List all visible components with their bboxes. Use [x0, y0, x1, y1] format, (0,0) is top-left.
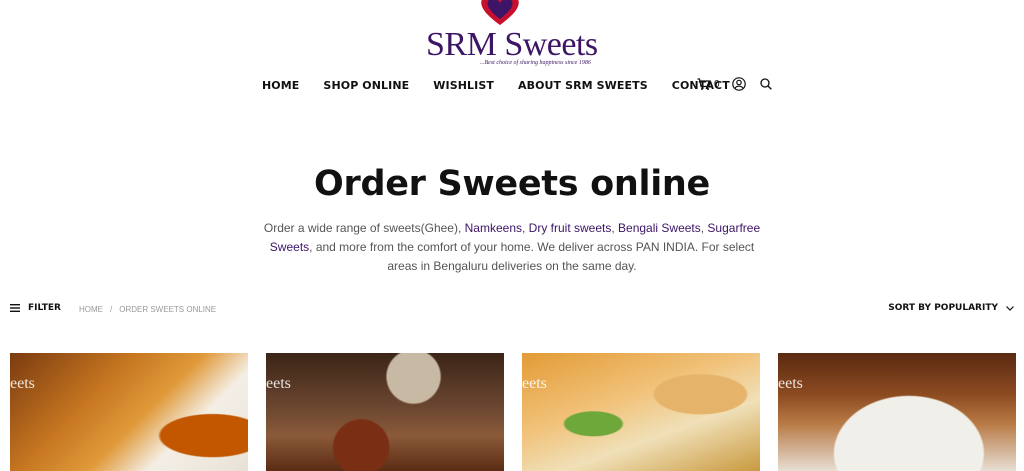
product-watermark: eets: [266, 375, 291, 392]
nav-home[interactable]: HOME: [262, 79, 299, 92]
heart-logo-icon: [481, 0, 519, 25]
product-card[interactable]: eets: [10, 353, 248, 471]
nav-wishlist[interactable]: WISHLIST: [433, 79, 494, 92]
breadcrumb-home[interactable]: HOME: [79, 305, 103, 314]
product-grid: eets eets eets eets: [10, 353, 1016, 471]
cart-icon: [697, 77, 711, 90]
header-actions: 0: [697, 77, 772, 91]
sort-label: SORT BY POPULARITY: [888, 303, 998, 313]
product-card[interactable]: eets: [266, 353, 504, 471]
site-header: SRM Sweets ...Best choice of sharing hap…: [0, 0, 1024, 72]
account-button[interactable]: [731, 77, 746, 91]
desc-sep-1: ,: [522, 221, 529, 235]
breadcrumb-current: ORDER SWEETS ONLINE: [119, 305, 217, 314]
product-watermark: eets: [522, 375, 547, 392]
breadcrumb: HOME / ORDER SWEETS ONLINE: [79, 305, 216, 314]
product-watermark: eets: [778, 375, 803, 392]
page-description: Order a wide range of sweets(Ghee), Namk…: [262, 219, 762, 276]
product-card[interactable]: eets: [778, 353, 1016, 471]
menu-lines-icon: [10, 304, 20, 312]
breadcrumb-separator: /: [110, 305, 113, 314]
page-title: Order Sweets online: [314, 164, 710, 204]
product-card[interactable]: eets: [522, 353, 760, 471]
filter-button[interactable]: FILTER: [10, 303, 61, 313]
link-bengali-sweets[interactable]: Bengali Sweets: [618, 221, 701, 235]
nav-about[interactable]: ABOUT SRM SWEETS: [518, 79, 648, 92]
search-button[interactable]: [759, 78, 772, 90]
logo-tagline: ...Best choice of sharing happiness sinc…: [480, 60, 591, 66]
desc-text-1: Order a wide range of sweets(Ghee),: [263, 221, 465, 235]
search-icon: [759, 78, 772, 90]
cart-button[interactable]: 0: [697, 77, 720, 91]
product-watermark: eets: [10, 375, 35, 392]
cart-count: 0: [714, 78, 720, 90]
nav-shop-online[interactable]: SHOP ONLINE: [323, 79, 409, 92]
user-icon: [731, 77, 746, 91]
link-namkeens[interactable]: Namkeens: [465, 221, 522, 235]
sort-dropdown[interactable]: SORT BY POPULARITY: [888, 303, 1014, 313]
link-dry-fruit-sweets[interactable]: Dry fruit sweets: [529, 221, 612, 235]
desc-text-2: , and more from the comfort of your home…: [309, 240, 755, 273]
filter-label: FILTER: [28, 303, 61, 313]
main-nav: HOME SHOP ONLINE WISHLIST ABOUT SRM SWEE…: [262, 79, 730, 92]
chevron-down-icon: [1006, 305, 1014, 311]
logo-wordmark[interactable]: SRM Sweets: [426, 26, 598, 64]
